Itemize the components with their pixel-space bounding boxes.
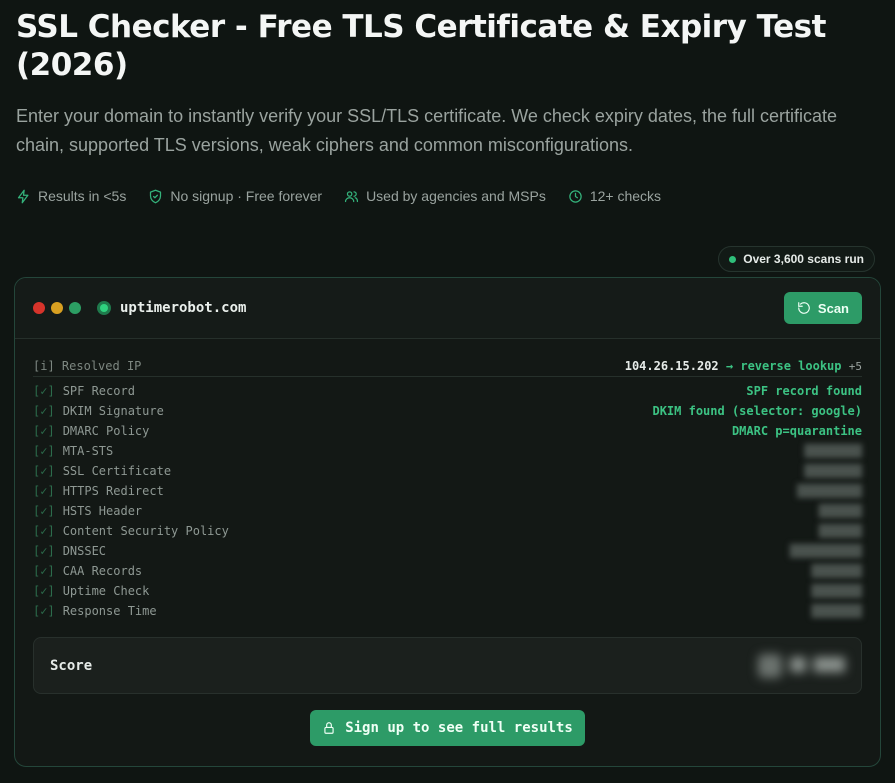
signup-button-label: Sign up to see full results bbox=[345, 720, 573, 736]
check-row-caa: [✓] CAA Records ███████ bbox=[33, 561, 862, 581]
check-label: Uptime Check bbox=[62, 584, 150, 598]
resolved-ip-row: [i] Resolved IP 104.26.15.202 → reverse … bbox=[33, 357, 862, 377]
scan-terminal: uptimerobot.com Scan [i] Resolved IP 104… bbox=[14, 277, 881, 767]
check-label: Content Security Policy bbox=[62, 524, 229, 538]
check-label: CAA Records bbox=[62, 564, 143, 578]
check-label: SPF Record bbox=[62, 384, 135, 398]
check-label: MTA-STS bbox=[62, 444, 114, 458]
refresh-icon bbox=[798, 302, 810, 314]
lightning-icon bbox=[17, 189, 29, 203]
check-mark-icon: [✓] bbox=[33, 484, 55, 498]
page-title: SSL Checker - Free TLS Certificate & Exp… bbox=[16, 9, 826, 83]
feature-results-speed: Results in <5s bbox=[16, 188, 126, 204]
check-label: HTTPS Redirect bbox=[62, 484, 164, 498]
check-mark-icon: [✓] bbox=[33, 404, 55, 418]
check-label: DNSSEC bbox=[62, 544, 107, 558]
check-list: [✓] SPF Record SPF record found [✓] DKIM S… bbox=[33, 381, 862, 621]
check-mark-icon: [✓] bbox=[33, 604, 55, 618]
window-close-dot-icon bbox=[33, 302, 45, 314]
feature-used-by: Used by agencies and MSPs bbox=[344, 188, 546, 204]
check-mark-icon: [✓] bbox=[33, 384, 55, 398]
check-result: SPF record found bbox=[746, 384, 862, 398]
resolved-ip-value-group: 104.26.15.202 → reverse lookup +5 bbox=[625, 359, 862, 373]
check-row-https-redirect: [✓] HTTPS Redirect █████████ bbox=[33, 481, 862, 501]
blurred-result: ██████ bbox=[818, 504, 862, 518]
feature-no-signup: No signup · Free forever bbox=[148, 188, 322, 204]
feature-label: No signup · Free forever bbox=[170, 188, 323, 204]
online-status-icon bbox=[97, 301, 111, 315]
blurred-result: ██████████ bbox=[789, 544, 862, 558]
status-dot-icon bbox=[729, 255, 737, 263]
check-row-ssl: [✓] SSL Certificate ████████ bbox=[33, 461, 862, 481]
blurred-result: ███████ bbox=[811, 584, 862, 598]
page-subtitle: Enter your domain to instantly verify yo… bbox=[16, 106, 838, 155]
blurred-result: █████████ bbox=[796, 484, 862, 498]
check-row-uptime: [✓] Uptime Check ███████ bbox=[33, 581, 862, 601]
resolved-ip-label: Resolved IP bbox=[61, 358, 142, 373]
reverse-lookup-count: +5 bbox=[848, 359, 862, 373]
check-row-spf: [✓] SPF Record SPF record found bbox=[33, 381, 862, 401]
users-icon bbox=[345, 190, 359, 202]
check-label: HSTS Header bbox=[62, 504, 143, 518]
scans-count-badge: Over 3,600 scans run bbox=[718, 246, 875, 272]
score-label: Score bbox=[50, 657, 93, 674]
terminal-header: uptimerobot.com Scan bbox=[15, 278, 880, 339]
feature-label: 12+ checks bbox=[589, 188, 662, 204]
check-mark-icon: [✓] bbox=[33, 424, 55, 438]
blurred-result: ██████ bbox=[818, 524, 862, 538]
scan-button-label: Scan bbox=[817, 300, 849, 316]
check-row-csp: [✓] Content Security Policy ██████ bbox=[33, 521, 862, 541]
check-mark-icon: [✓] bbox=[33, 564, 55, 578]
check-result: DKIM found (selector: google) bbox=[652, 404, 862, 418]
arrow-icon: → bbox=[725, 358, 734, 373]
score-card: Score ██ ████ bbox=[33, 637, 862, 694]
blurred-score-value: ██ ████ bbox=[790, 658, 845, 673]
check-mark-icon: [✓] bbox=[33, 544, 55, 558]
resolved-ip-label-group: [i] Resolved IP bbox=[33, 359, 141, 373]
check-mark-icon: [✓] bbox=[33, 464, 55, 478]
check-label: SSL Certificate bbox=[62, 464, 172, 478]
scans-count-label: Over 3,600 scans run bbox=[743, 252, 864, 266]
check-result: DMARC p=quarantine bbox=[731, 424, 862, 438]
check-row-dkim: [✓] DKIM Signature DKIM found (selector: … bbox=[33, 401, 862, 421]
blurred-score: ██ ████ bbox=[758, 653, 845, 678]
check-mark-icon: [✓] bbox=[33, 584, 55, 598]
check-label: DKIM Signature bbox=[62, 404, 164, 418]
check-row-dmarc: [✓] DMARC Policy DMARC p=quarantine bbox=[33, 421, 862, 441]
page: SSL Checker - Free TLS Certificate & Exp… bbox=[0, 0, 895, 783]
terminal-body: [i] Resolved IP 104.26.15.202 → reverse … bbox=[15, 339, 880, 746]
clock-icon bbox=[569, 189, 582, 203]
window-maximize-dot-icon bbox=[69, 302, 81, 314]
resolved-ip-value: 104.26.15.202 bbox=[624, 358, 719, 373]
reverse-lookup-link[interactable]: reverse lookup bbox=[740, 359, 841, 373]
check-row-dnssec: [✓] DNSSEC ██████████ bbox=[33, 541, 862, 561]
feature-label: Results in <5s bbox=[38, 188, 127, 204]
check-mark-icon: [✓] bbox=[33, 444, 55, 458]
check-row-mta-sts: [✓] MTA-STS ████████ bbox=[33, 441, 862, 461]
shield-check-icon bbox=[150, 189, 162, 203]
blurred-result: ███████ bbox=[811, 604, 862, 618]
feature-list: Results in <5s No signup · Free forever … bbox=[16, 188, 879, 204]
lock-icon bbox=[324, 722, 334, 734]
blurred-result: ███████ bbox=[811, 564, 862, 578]
check-row-response-time: [✓] Response Time ███████ bbox=[33, 601, 862, 621]
check-mark-icon: [✓] bbox=[33, 504, 55, 518]
check-label: DMARC Policy bbox=[62, 424, 150, 438]
window-minimize-dot-icon bbox=[51, 302, 63, 314]
check-label: Response Time bbox=[62, 604, 157, 618]
scan-button[interactable]: Scan bbox=[783, 292, 862, 324]
check-row-hsts: [✓] HSTS Header ██████ bbox=[33, 501, 862, 521]
info-prefix: [i] bbox=[33, 358, 55, 373]
feature-checks-count: 12+ checks bbox=[568, 188, 661, 204]
blurred-result: ████████ bbox=[804, 464, 862, 478]
check-mark-icon: [✓] bbox=[33, 524, 55, 538]
score-grade-icon bbox=[758, 653, 783, 678]
signup-button[interactable]: Sign up to see full results bbox=[310, 710, 585, 746]
domain-input[interactable]: uptimerobot.com bbox=[120, 300, 246, 316]
feature-label: Used by agencies and MSPs bbox=[366, 188, 546, 204]
blurred-result: ████████ bbox=[804, 444, 862, 458]
